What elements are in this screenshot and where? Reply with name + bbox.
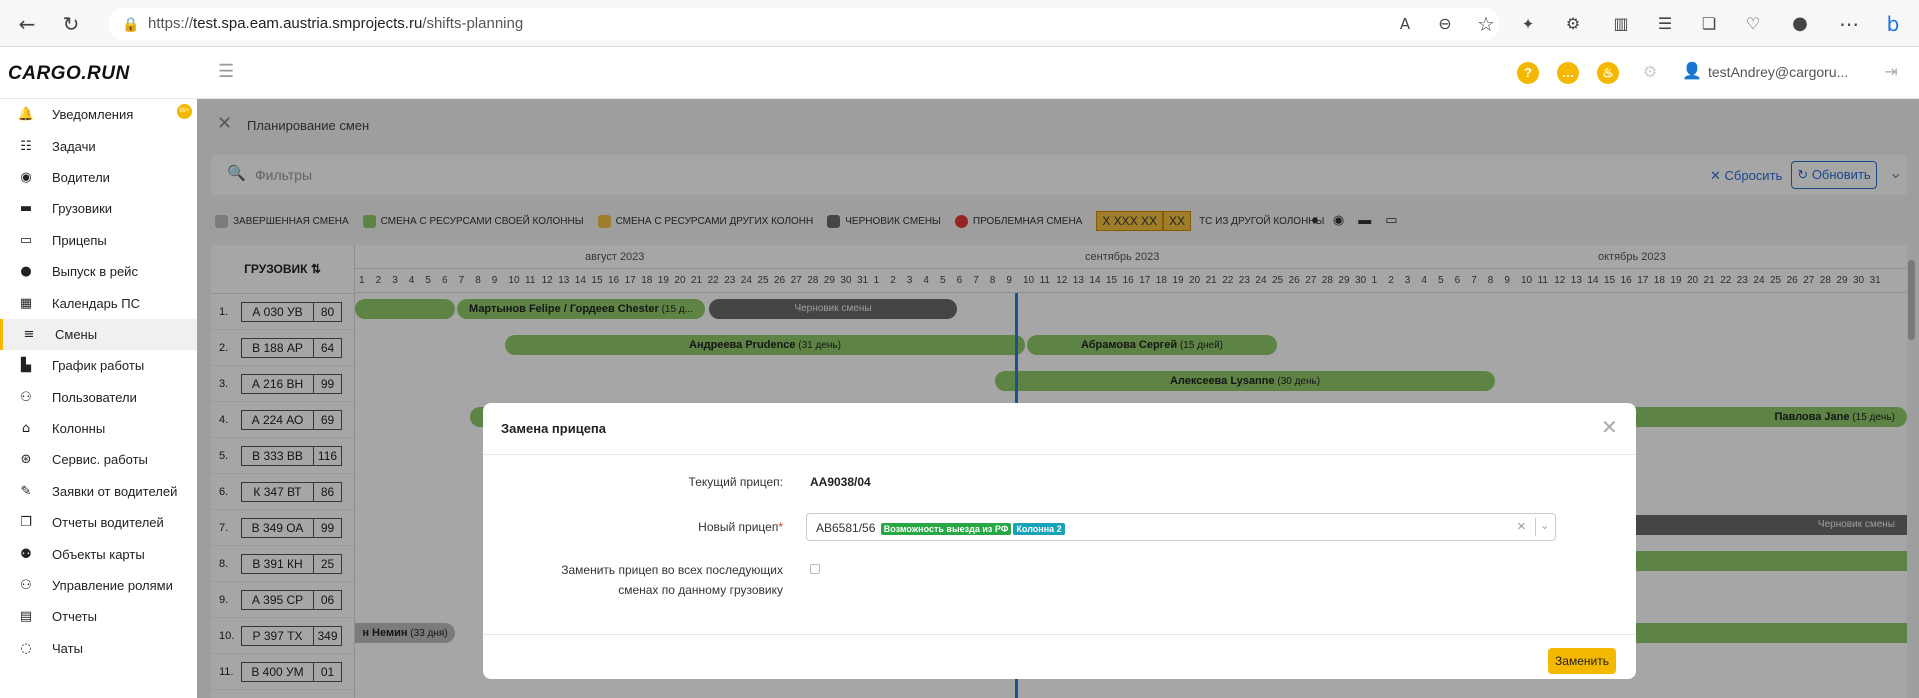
collections-icon[interactable]: ❏ xyxy=(1696,11,1722,37)
reload-icon[interactable]: ↻ xyxy=(58,11,84,37)
garage-icon: ⌂ xyxy=(21,421,31,437)
sidebar-item-schedule[interactable]: ▙ График работы xyxy=(0,350,197,381)
calendar-icon: ▦ xyxy=(19,295,33,311)
zoom-icon[interactable]: ⊖ xyxy=(1432,11,1458,37)
favorite-icon[interactable]: ☆ xyxy=(1473,11,1499,37)
sidebar: 🔔 Уведомления 99+ ☷ Задачи ◉ Водители ▬ Грузо… xyxy=(0,99,197,698)
dialog-header: Замена прицепа ✕ xyxy=(483,403,1636,455)
favorites-list-icon[interactable]: ☰ xyxy=(1652,11,1678,37)
users-icon: ⚇ xyxy=(20,389,32,405)
sidebar-item-calendar[interactable]: ▦ Календарь ПС xyxy=(0,287,197,318)
sidebar-item-reports[interactable]: ▤ Отчеты xyxy=(0,601,197,632)
dialog-footer: Заменить xyxy=(483,634,1636,679)
settings-icon[interactable]: ⚙ xyxy=(1637,59,1663,85)
sidebar-item-service[interactable]: ⊛ Сервис. работы xyxy=(0,444,197,475)
app-header: CARGO.RUN ☰ ? … ♨ ⚙ 👤 testAndrey@cargoru… xyxy=(0,47,1919,99)
sidebar-item-users[interactable]: ⚇ Пользователи xyxy=(0,382,197,413)
required-marker: * xyxy=(778,520,783,534)
extension-icon[interactable]: ✦ xyxy=(1515,11,1541,37)
sidebar-item-driver-requests[interactable]: ✎ Заявки от водителей xyxy=(0,476,197,507)
puzzle-icon[interactable]: ⚙ xyxy=(1560,11,1586,37)
replace-all-label: Заменить прицеп во всех последующих смена… xyxy=(561,563,783,597)
map-objects-icon: ⚉ xyxy=(20,546,32,562)
new-trailer-select[interactable]: АВ6581/56 Возможность выезда из РФ Колонн… xyxy=(806,513,1556,541)
sidebar-item-roles[interactable]: ⚇ Управление ролями xyxy=(0,570,197,601)
close-icon[interactable]: ✕ xyxy=(1601,415,1618,440)
sidebar-item-driver-reports[interactable]: ❐ Отчеты водителей xyxy=(0,507,197,538)
address-bar[interactable]: 🔒 https://test.spa.eam.austria.smproject… xyxy=(108,8,1500,40)
column-tag: Колонна 2 xyxy=(1013,523,1065,535)
replace-trailer-dialog: Замена прицепа ✕ Текущий прицеп: АА9038/… xyxy=(483,403,1636,679)
roles-icon: ⚇ xyxy=(20,578,32,594)
read-aloud-icon[interactable]: A xyxy=(1392,11,1418,37)
health-icon[interactable]: ♡ xyxy=(1740,11,1766,37)
tasks-icon: ☷ xyxy=(20,138,32,154)
bing-icon[interactable]: b xyxy=(1880,11,1906,37)
bell-icon: 🔔 xyxy=(17,107,35,123)
chat-icon: ◌ xyxy=(20,640,32,656)
fire-icon[interactable]: ♨ xyxy=(1597,62,1619,84)
export-tag: Возможность выезда из РФ xyxy=(880,523,1012,535)
back-icon[interactable]: ← xyxy=(14,11,40,37)
replace-all-checkbox[interactable] xyxy=(810,564,820,574)
steering-wheel-icon: ◉ xyxy=(20,169,32,185)
sidebar-item-drivers[interactable]: ◉ Водители xyxy=(0,162,197,193)
chevron-down-icon[interactable]: ⌄ xyxy=(1540,519,1549,532)
new-trailer-label: Новый прицеп* xyxy=(698,520,783,534)
sidebar-item-trucks[interactable]: ▬ Грузовики xyxy=(0,193,197,224)
selected-trailer: АВ6581/56 Возможность выезда из РФ Колонн… xyxy=(816,521,1065,535)
sidebar-item-trailers[interactable]: ▭ Прицепы xyxy=(0,225,197,256)
more-icon[interactable]: ⋯ xyxy=(1836,11,1862,37)
lock-icon: 🔒 xyxy=(122,16,140,32)
select-separator xyxy=(1535,518,1536,536)
copy-icon: ❐ xyxy=(20,515,32,531)
sidebar-item-tasks[interactable]: ☷ Задачи xyxy=(0,130,197,161)
shifts-icon: ≡ xyxy=(23,326,35,342)
browser-toolbar: ← ↻ 🔒 https://test.spa.eam.austria.smpro… xyxy=(0,0,1919,47)
sidebar-item-map-objects[interactable]: ⚉ Объекты карты xyxy=(0,538,197,569)
current-trailer-label: Текущий прицеп: xyxy=(688,475,783,489)
chart-icon: ▙ xyxy=(21,358,31,374)
dialog-title: Замена прицепа xyxy=(501,421,607,436)
current-trailer-value: АА9038/04 xyxy=(810,475,871,489)
menu-icon[interactable]: ☰ xyxy=(218,61,234,82)
sidebar-item-notifications[interactable]: 🔔 Уведомления 99+ xyxy=(0,99,197,130)
truck-icon: ▬ xyxy=(19,201,33,217)
user-email[interactable]: testAndrey@cargoru... xyxy=(1708,64,1848,80)
trailer-icon: ▭ xyxy=(19,232,33,248)
logo: CARGO.RUN xyxy=(8,63,130,84)
user-release-icon: ● xyxy=(20,264,32,280)
sidebar-item-columns[interactable]: ⌂ Колонны xyxy=(0,413,197,444)
sidebar-item-shifts[interactable]: ≡ Смены xyxy=(0,318,197,351)
brush-icon: ✎ xyxy=(20,483,32,499)
replace-button[interactable]: Заменить xyxy=(1548,648,1616,674)
sidebar-item-chats[interactable]: ◌ Чаты xyxy=(0,633,197,664)
service-icon: ⊛ xyxy=(20,452,32,468)
messages-icon[interactable]: … xyxy=(1557,62,1579,84)
notification-badge: 99+ xyxy=(177,104,192,119)
user-icon: 👤 xyxy=(1682,63,1702,80)
help-icon[interactable]: ? xyxy=(1517,62,1539,84)
logout-icon[interactable]: ⇥ xyxy=(1878,59,1904,85)
sidebar-item-release[interactable]: ● Выпуск в рейс xyxy=(0,256,197,287)
profile-icon[interactable]: ● xyxy=(1787,11,1813,37)
clear-icon[interactable]: × xyxy=(1517,518,1526,535)
split-screen-icon[interactable]: ▥ xyxy=(1608,11,1634,37)
reports-icon: ▤ xyxy=(19,609,33,625)
